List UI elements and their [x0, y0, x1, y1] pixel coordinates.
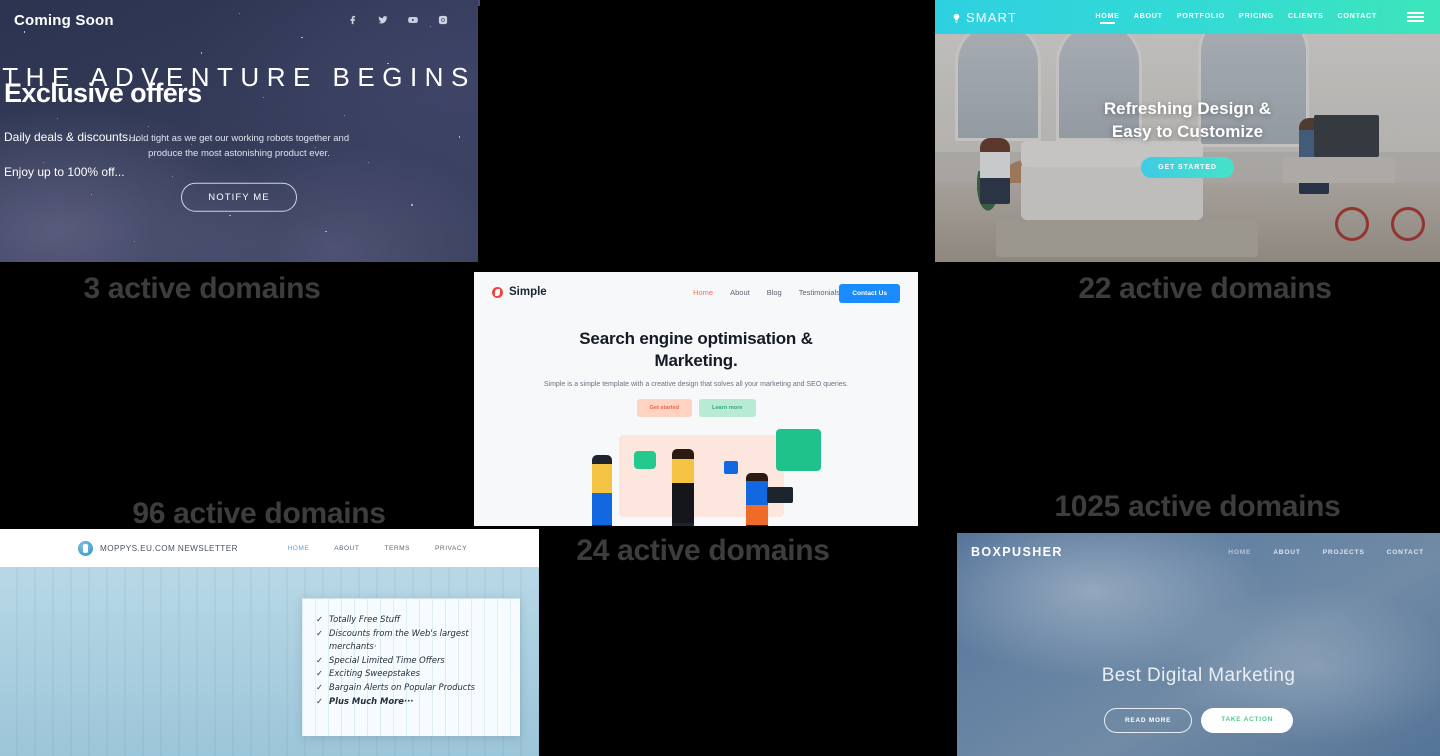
take-action-button[interactable]: TAKE ACTION — [1201, 708, 1294, 733]
simple-nav-home[interactable]: Home — [693, 288, 713, 297]
read-more-button[interactable]: READ MORE — [1103, 708, 1193, 733]
sliver-gap-center — [480, 0, 935, 6]
smart-nav-home[interactable]: HOME — [1095, 11, 1119, 24]
moppys-hero-text: Exclusive offers Daily deals & discounts… — [0, 78, 202, 179]
facebook-icon[interactable] — [347, 15, 358, 26]
youtube-icon[interactable] — [407, 15, 418, 26]
list-item: ✓ Plus Much More··· — [316, 695, 508, 709]
circle-badge-icon — [78, 540, 93, 556]
moppys-nav-home[interactable]: HOME — [287, 545, 309, 552]
smart-nav-about[interactable]: ABOUT — [1134, 11, 1163, 24]
template-gallery: Coming Soon THE ADVENTURE BEGINS Hold ti… — [0, 0, 1440, 756]
boxpusher-nav-about[interactable]: ABOUT — [1273, 549, 1300, 556]
list-item: ✓ Exciting Sweepstakes — [316, 667, 508, 681]
simple-cta-group[interactable]: Get started Learn more — [514, 399, 878, 418]
smart-logo-text: SMART — [966, 9, 1017, 25]
moppys-nav-privacy[interactable]: PRIVACY — [435, 545, 467, 552]
count-label-moppys: 96 active domains — [132, 497, 386, 530]
boxpusher-nav-links[interactable]: HOME ABOUT PROJECTS CONTACT — [1228, 549, 1426, 556]
boxpusher-cta-group[interactable]: READ MORE TAKE ACTION — [957, 708, 1440, 733]
check-icon: ✓ — [316, 682, 324, 693]
hamburger-icon[interactable] — [1407, 11, 1424, 23]
check-icon: ✓ — [316, 627, 324, 638]
list-item: ✓ Bargain Alerts on Popular Products — [316, 681, 508, 695]
social-links[interactable] — [347, 15, 464, 26]
thumb-smart[interactable]: SMART HOME ABOUT PORTFOLIO PRICING CLIEN… — [935, 0, 1440, 262]
lightbulb-icon — [951, 12, 962, 23]
smart-navbar: SMART HOME ABOUT PORTFOLIO PRICING CLIEN… — [935, 0, 1440, 34]
boxpusher-logo[interactable]: BOXPUSHER — [971, 545, 1063, 559]
get-started-button[interactable]: GET STARTED — [1141, 156, 1234, 178]
check-icon: ✓ — [316, 654, 324, 665]
moppys-line-1: Daily deals & discounts... — [4, 130, 139, 144]
coming-soon-logo[interactable]: Coming Soon — [14, 12, 114, 29]
count-label-simple: 24 active domains — [576, 534, 830, 567]
moppys-nav-terms[interactable]: TERMS — [384, 545, 410, 552]
get-started-button[interactable]: Get started — [636, 399, 693, 418]
smart-logo[interactable]: SMART — [951, 10, 1017, 25]
notify-me-button[interactable]: NOTIFY ME — [181, 183, 297, 213]
boxpusher-nav-projects[interactable]: PROJECTS — [1323, 549, 1365, 556]
check-icon: ✓ — [316, 668, 324, 679]
simple-logo-text: Simple — [509, 286, 547, 298]
smart-hero-content: Refreshing Design & Easy to Customize GE… — [935, 97, 1440, 178]
coming-soon-topbar: Coming Soon — [0, 0, 478, 40]
moppys-nav-links[interactable]: HOME ABOUT TERMS PRIVACY — [287, 545, 467, 552]
count-label-smart: 22 active domains — [1078, 272, 1332, 305]
count-label-boxpusher: 1025 active domains — [1054, 490, 1341, 523]
check-icon: ✓ — [316, 614, 324, 624]
smart-nav-links[interactable]: HOME ABOUT PORTFOLIO PRICING CLIENTS CON… — [1095, 11, 1424, 24]
shutter-icon — [492, 286, 503, 298]
simple-headline-line-1: Search engine optimisation & — [579, 329, 813, 348]
smart-nav-pricing[interactable]: PRICING — [1239, 11, 1274, 24]
list-item: ✓ Totally Free Stuff — [316, 613, 508, 627]
simple-headline-line-2: Marketing. — [654, 351, 738, 371]
moppys-line-2: Enjoy up to 100% off... — [4, 165, 125, 179]
moppys-benefits-note: ✓ Totally Free Stuff ✓ Discounts from the … — [302, 598, 520, 736]
simple-nav-testimonials[interactable]: Testimonials — [799, 288, 840, 297]
boxpusher-navbar: BOXPUSHER HOME ABOUT PROJECTS CONTACT — [957, 533, 1440, 571]
smart-nav-clients[interactable]: CLIENTS — [1288, 11, 1324, 24]
moppys-nav-about[interactable]: ABOUT — [334, 545, 359, 552]
list-item: ✓ Special Limited Time Offers — [316, 654, 508, 668]
smart-nav-contact[interactable]: CONTACT — [1338, 11, 1378, 24]
moppys-logo[interactable]: MOPPYS.EU.COM NEWSLETTER — [78, 540, 238, 556]
moppys-checklist: ✓ Totally Free Stuff ✓ Discounts from the … — [316, 613, 508, 708]
simple-illustration — [474, 427, 918, 526]
boxpusher-nav-contact[interactable]: CONTACT — [1387, 549, 1424, 556]
smart-nav-portfolio[interactable]: PORTFOLIO — [1177, 11, 1225, 24]
simple-nav-blog[interactable]: Blog — [767, 288, 782, 297]
contact-us-button[interactable]: Contact Us — [839, 284, 900, 303]
instagram-icon[interactable] — [437, 15, 448, 26]
twitter-icon[interactable] — [377, 15, 388, 26]
thumb-simple[interactable]: Simple Home About Blog Testimonials Cont… — [474, 272, 918, 526]
check-icon: ✓ — [316, 695, 324, 706]
smart-headline-line-2: Easy to Customize — [1111, 122, 1264, 142]
thumb-boxpusher[interactable]: BOXPUSHER HOME ABOUT PROJECTS CONTACT Be… — [957, 533, 1440, 756]
smart-headline-line-1: Refreshing Design & — [1103, 99, 1272, 119]
simple-hero: Search engine optimisation & Marketing. … — [474, 312, 918, 418]
boxpusher-headline: Best Digital Marketing — [1101, 665, 1296, 686]
simple-nav-about[interactable]: About — [730, 288, 750, 297]
boxpusher-hero: Best Digital Marketing READ MORE TAKE AC… — [957, 665, 1440, 733]
moppys-headline: Exclusive offers — [4, 78, 202, 108]
moppys-logo-text: MOPPYS.EU.COM NEWSLETTER — [100, 543, 238, 553]
moppys-navbar: MOPPYS.EU.COM NEWSLETTER HOME ABOUT TERM… — [0, 529, 539, 567]
simple-subline: Simple is a simple template with a creat… — [543, 381, 849, 389]
simple-nav-links[interactable]: Home About Blog Testimonials — [693, 288, 840, 297]
learn-more-button[interactable]: Learn more — [699, 399, 756, 418]
boxpusher-nav-home[interactable]: HOME — [1228, 549, 1251, 556]
count-label-coming-soon: 3 active domains — [83, 272, 321, 305]
simple-navbar: Simple Home About Blog Testimonials Cont… — [474, 272, 918, 312]
simple-logo[interactable]: Simple — [492, 286, 547, 298]
list-item: ✓ Discounts from the Web's largest mercha… — [316, 627, 508, 654]
